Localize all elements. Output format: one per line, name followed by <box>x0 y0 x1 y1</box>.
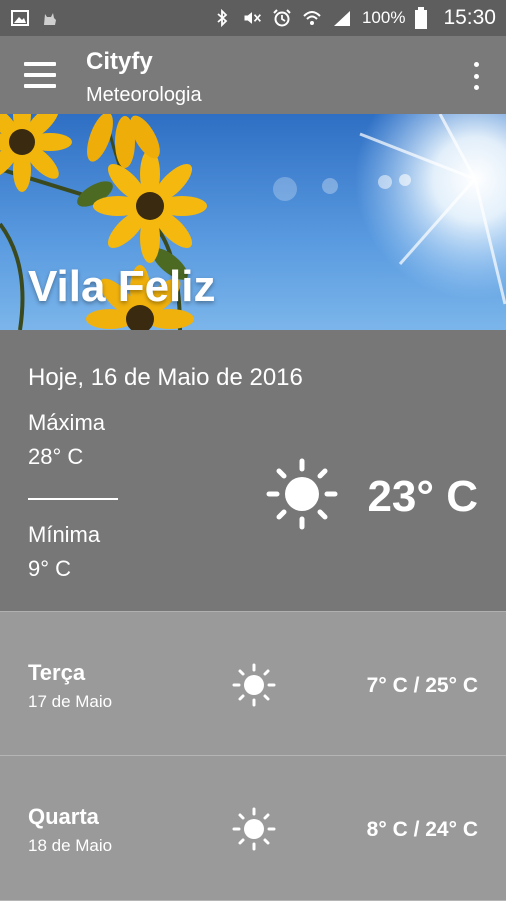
city-name: Vila Feliz <box>28 262 216 311</box>
gallery-icon <box>11 10 29 26</box>
forecast-temp-range: 7° C / 25° C <box>366 674 478 697</box>
forecast-date: 18 de Maio <box>28 836 113 855</box>
mute-icon <box>244 12 261 24</box>
today-date: Hoje, 16 de Maio de 2016 <box>28 364 303 391</box>
min-temp-value: 9° C <box>28 556 72 581</box>
alarm-icon <box>273 9 291 27</box>
min-temp-label: Mínima <box>28 522 101 547</box>
max-temp-value: 28° C <box>28 444 84 469</box>
forecast-day: Quarta <box>28 804 99 829</box>
forecast-day: Terça <box>28 660 86 685</box>
app-subtitle: Meteorologia <box>86 84 202 106</box>
overflow-menu-button[interactable] <box>466 62 486 90</box>
forecast-row[interactable]: Terça 17 de Maio 7° C / 25° C <box>0 611 506 756</box>
menu-button[interactable] <box>24 62 56 88</box>
forecast-temp-range: 8° C / 24° C <box>366 818 478 841</box>
sun-icon <box>232 663 276 707</box>
divider <box>28 498 118 500</box>
status-bar: 100% 15:30 <box>0 0 506 36</box>
clock: 15:30 <box>443 6 496 29</box>
sun-icon <box>232 807 276 851</box>
cat-icon <box>44 13 56 25</box>
battery-percent: 100% <box>361 8 406 27</box>
max-temp-label: Máxima <box>28 410 106 435</box>
app-bar: Cityfy Meteorologia <box>0 36 506 114</box>
today-summary: Hoje, 16 de Maio de 2016 Máxima 28° C Mí… <box>0 330 506 611</box>
forecast-date: 17 de Maio <box>28 692 113 711</box>
forecast-list: Terça 17 de Maio 7° C / 25° C Quarta 18 … <box>0 611 506 901</box>
battery-icon <box>415 7 428 29</box>
signal-icon <box>333 11 350 26</box>
forecast-row[interactable]: Quarta 18 de Maio 8° C / 24° C <box>0 756 506 901</box>
sun-icon <box>266 458 338 530</box>
bluetooth-icon <box>217 8 228 28</box>
city-hero-image: Vila Feliz <box>0 114 506 330</box>
current-temperature: 23° C <box>367 472 478 521</box>
wifi-icon <box>303 11 321 25</box>
app-title: Cityfy <box>86 48 153 75</box>
